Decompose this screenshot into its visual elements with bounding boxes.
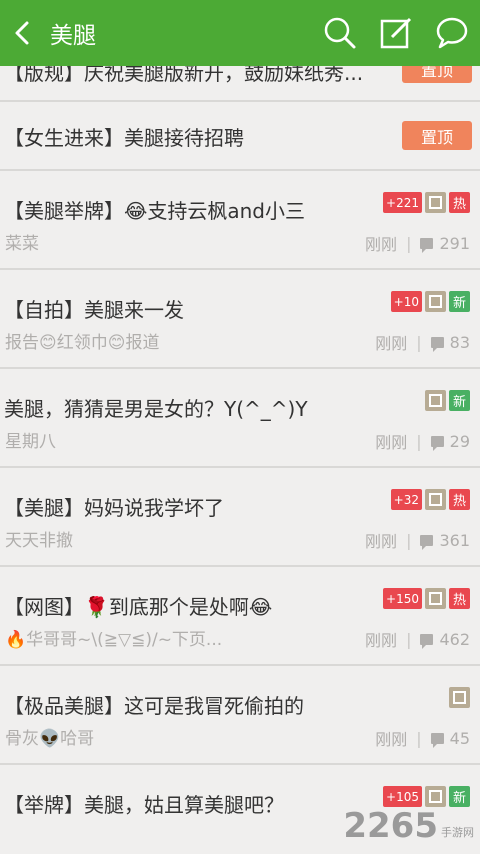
hot-badge: 热	[449, 192, 470, 213]
post-meta: 刚刚 | 462	[365, 627, 470, 651]
post-row[interactable]: 【自拍】美腿来一发 +10 新 报告😊红领巾😊报道 刚刚 | 83	[0, 270, 480, 369]
post-author: 星期八	[5, 432, 56, 452]
post-badges: +32 热	[390, 489, 470, 510]
post-meta: 刚刚 | 361	[365, 528, 470, 552]
post-time: 刚刚	[365, 532, 398, 551]
compose-button[interactable]	[368, 0, 424, 66]
post-title: 【自拍】美腿来一发	[4, 298, 184, 322]
post-badges: +105 新	[383, 786, 470, 807]
image-icon	[425, 390, 446, 411]
image-icon	[449, 687, 470, 708]
post-badges: +150 热	[383, 588, 470, 609]
messages-button[interactable]	[424, 0, 480, 66]
post-badges: +10 新	[390, 291, 470, 312]
post-title: 【美腿举牌】😂支持云枫and小三	[4, 199, 305, 223]
edit-icon	[380, 17, 412, 49]
post-row[interactable]: 美腿，猜猜是男是女的？Y(^_^)Y 新 星期八 刚刚 | 29	[0, 369, 480, 468]
post-author: 骨灰👽哈哥	[5, 729, 95, 749]
comment-icon	[430, 732, 444, 748]
post-meta: 刚刚 | 83	[375, 330, 470, 354]
post-title: 【极品美腿】这可是我冒死偷拍的	[4, 694, 304, 718]
post-row[interactable]: 【网图】🌹到底那个是处啊😂 +150 热 🔥华哥哥~\(≧▽≦)/~下页... …	[0, 567, 480, 666]
post-author: 天天非撤	[5, 531, 73, 551]
post-badges	[449, 687, 470, 708]
comment-count: 462	[439, 629, 470, 649]
site-watermark-logo: 2265 手游网	[343, 806, 474, 846]
hot-badge: 热	[449, 489, 470, 510]
watermark-number: 2265	[343, 806, 438, 846]
comment-count: 45	[449, 728, 470, 748]
image-icon	[425, 786, 446, 807]
score-badge: +10	[390, 291, 422, 312]
chat-bubble-icon	[436, 17, 468, 49]
post-time: 刚刚	[375, 334, 408, 353]
post-title: 【美腿】妈妈说我学坏了	[4, 496, 224, 520]
search-icon	[324, 17, 356, 49]
post-badges: 新	[425, 390, 470, 411]
post-author: 菜菜	[5, 234, 39, 254]
top-app-bar: 美腿	[0, 0, 480, 66]
image-icon	[425, 588, 446, 609]
post-time: 刚刚	[375, 433, 408, 452]
back-button[interactable]	[0, 0, 46, 66]
comment-icon	[420, 633, 434, 649]
image-icon	[425, 291, 446, 312]
comment-icon	[430, 435, 444, 451]
post-time: 刚刚	[365, 631, 398, 650]
hot-badge: 热	[449, 588, 470, 609]
comment-count: 361	[439, 530, 470, 550]
page-title: 美腿	[50, 23, 96, 49]
post-badges: +221 热	[383, 192, 470, 213]
new-badge: 新	[449, 390, 470, 411]
comment-icon	[420, 534, 434, 550]
comment-icon	[430, 336, 444, 352]
comment-count: 291	[439, 233, 470, 253]
post-meta: 刚刚 | 29	[375, 429, 470, 453]
score-badge: +150	[383, 588, 422, 609]
score-badge: +105	[383, 786, 422, 807]
pinned-thread-recruit[interactable]: 【女生进来】美腿接待招聘 置顶	[0, 102, 480, 171]
comment-icon	[420, 237, 434, 253]
watermark-text: 手游网	[441, 826, 474, 839]
post-time: 刚刚	[375, 730, 408, 749]
comment-count: 83	[449, 332, 470, 352]
post-title: 【举牌】美腿，姑且算美腿吧？	[4, 793, 284, 817]
post-row[interactable]: 【极品美腿】这可是我冒死偷拍的 骨灰👽哈哥 刚刚 | 45	[0, 666, 480, 765]
new-badge: 新	[449, 291, 470, 312]
pin-top-badge: 置顶	[402, 121, 472, 150]
new-badge: 新	[449, 786, 470, 807]
post-title: 美腿，猜猜是男是女的？Y(^_^)Y	[4, 397, 308, 421]
post-time: 刚刚	[365, 235, 398, 254]
post-author: 报告😊红领巾😊报道	[5, 333, 160, 353]
score-badge: +221	[383, 192, 422, 213]
back-arrow-icon	[15, 21, 29, 45]
image-icon	[425, 192, 446, 213]
post-row[interactable]: 【美腿】妈妈说我学坏了 +32 热 天天非撤 刚刚 | 361	[0, 468, 480, 567]
post-meta: 刚刚 | 45	[375, 726, 470, 750]
search-button[interactable]	[312, 0, 368, 66]
post-author: 🔥华哥哥~\(≧▽≦)/~下页...	[5, 630, 223, 650]
score-badge: +32	[390, 489, 422, 510]
thread-list: 【版规】庆祝美腿版新开，鼓励妹纸秀... 置顶 【女生进来】美腿接待招聘 置顶 …	[0, 40, 480, 827]
image-icon	[425, 489, 446, 510]
post-row[interactable]: 【美腿举牌】😂支持云枫and小三 +221 热 菜菜 刚刚 | 291	[0, 171, 480, 270]
pinned-thread-title: 【女生进来】美腿接待招聘	[4, 126, 244, 150]
post-meta: 刚刚 | 291	[365, 231, 470, 255]
post-title: 【网图】🌹到底那个是处啊😂	[4, 595, 273, 619]
comment-count: 29	[449, 431, 470, 451]
